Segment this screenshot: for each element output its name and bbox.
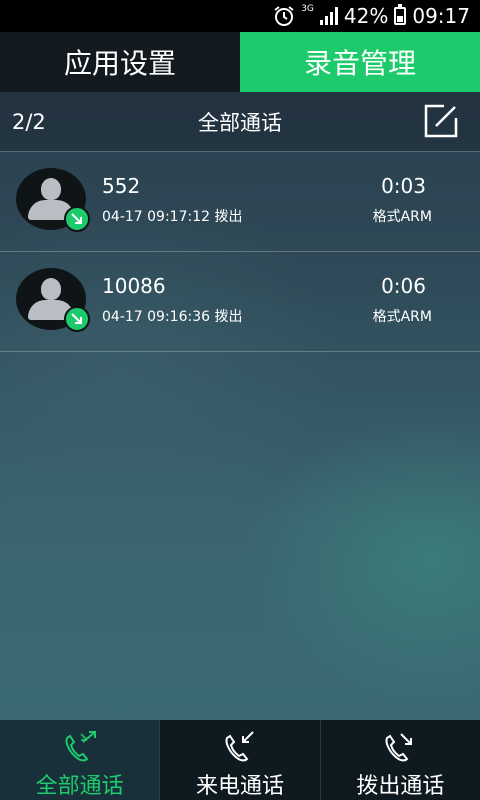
tab-recording-management-label: 录音管理	[303, 47, 416, 80]
bottom-navigation: 全部通话 来电通话 拨出通话	[0, 720, 480, 800]
call-datetime: 04-17 09:16:36	[102, 309, 211, 325]
top-tabs: 应用设置 录音管理	[0, 32, 480, 92]
avatar	[16, 168, 90, 232]
nav-all-calls-label: 全部通话	[35, 774, 124, 799]
call-duration: 0:03	[381, 174, 426, 198]
nav-incoming-calls[interactable]: 来电通话	[159, 720, 319, 800]
list-header: 2/2 全部通话	[0, 92, 480, 152]
status-time: 09:17	[412, 4, 470, 28]
nav-outgoing-calls-label: 拨出通话	[356, 774, 445, 799]
call-datetime: 04-17 09:17:12	[102, 209, 211, 225]
call-duration: 0:06	[381, 274, 426, 298]
tab-app-settings[interactable]: 应用设置	[0, 32, 240, 92]
tab-app-settings-label: 应用设置	[63, 47, 176, 80]
signal-strength-icon	[319, 7, 338, 25]
nav-incoming-calls-label: 来电通话	[195, 774, 284, 799]
call-format: 格式ARM	[372, 209, 432, 225]
status-bar: 3G 42% 09:17	[0, 0, 480, 32]
call-list-item[interactable]: 10086 04-17 09:16:36 拨出 0:06 格式ARM	[0, 252, 480, 352]
outgoing-call-icon	[385, 733, 413, 762]
alarm-clock-icon	[274, 6, 294, 26]
outgoing-call-badge-icon	[64, 306, 90, 332]
avatar	[16, 268, 90, 332]
incoming-call-icon	[225, 731, 254, 762]
call-meta: 04-17 09:16:36 拨出	[102, 306, 242, 326]
call-number: 552	[102, 174, 141, 198]
call-direction: 拨出	[214, 309, 243, 325]
tab-recording-management[interactable]: 录音管理	[240, 32, 480, 92]
call-list-item[interactable]: 552 04-17 09:17:12 拨出 0:03 格式ARM	[0, 152, 480, 252]
call-meta: 04-17 09:17:12 拨出	[102, 206, 242, 226]
all-calls-icon	[65, 731, 96, 762]
network-type: 3G	[301, 4, 314, 14]
call-list: 552 04-17 09:17:12 拨出 0:03 格式ARM 10086 0…	[0, 152, 480, 352]
call-direction: 拨出	[214, 209, 243, 225]
battery-icon	[394, 4, 407, 25]
call-number: 10086	[102, 274, 166, 298]
outgoing-call-badge-icon	[64, 206, 90, 232]
list-title: 全部通话	[198, 110, 282, 135]
battery-percentage: 42%	[343, 4, 389, 28]
nav-outgoing-calls[interactable]: 拨出通话	[319, 720, 480, 800]
nav-all-calls[interactable]: 全部通话	[0, 720, 160, 800]
edit-icon[interactable]	[424, 104, 458, 138]
call-format: 格式ARM	[372, 309, 432, 325]
